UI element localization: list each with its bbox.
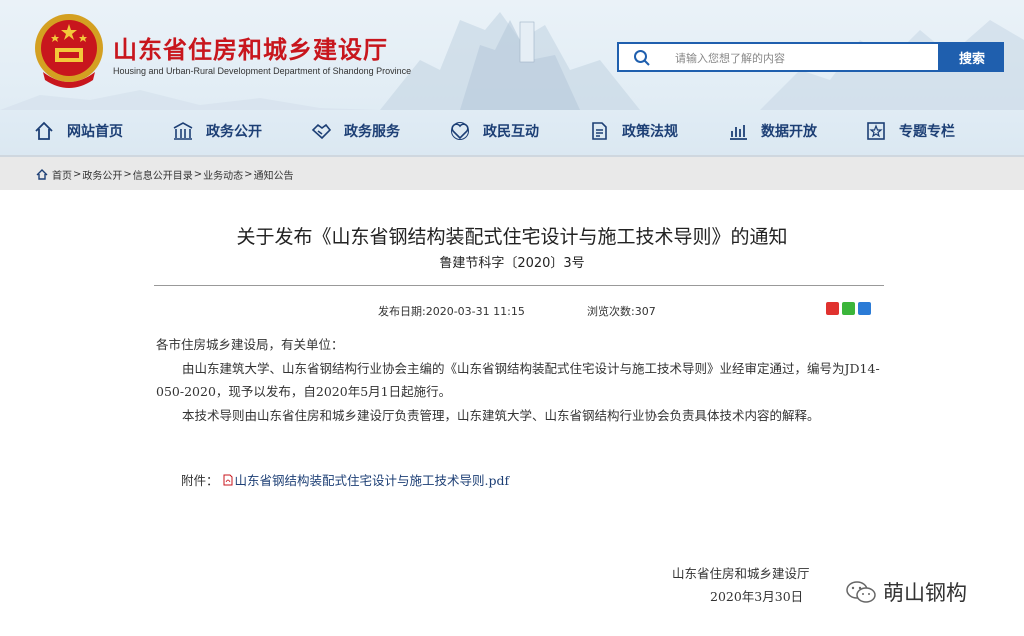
nav-label: 政务服务 <box>344 124 400 140</box>
nav-item-services[interactable]: 政务服务 <box>310 112 400 150</box>
breadcrumb: 首页 > 政务公开 > 信息公开目录 > 业务动态 > 通知公告 <box>36 167 294 182</box>
paragraph: 本技术导则由山东省住房和城乡建设厅负责管理，山东建筑大学、山东省钢结构行业协会负… <box>182 407 820 423</box>
building-icon <box>173 122 193 140</box>
breadcrumb-link[interactable]: 业务动态 <box>203 167 243 182</box>
bar-chart-icon <box>730 125 747 140</box>
nav-label: 政策法规 <box>622 124 678 140</box>
share-buttons <box>826 302 871 315</box>
article-title: 关于发布《山东省钢结构装配式住宅设计与施工技术导则》的通知 <box>236 226 788 248</box>
site-subtitle: Housing and Urban-Rural Development Depa… <box>113 66 412 76</box>
article-body: 各市住房城乡建设局，有关单位： 由山东建筑大学、山东省钢结构行业协会主编的《山东… <box>156 333 882 427</box>
nav-label: 专题专栏 <box>899 124 955 140</box>
nav-item-home[interactable]: 网站首页 <box>33 112 123 150</box>
site-title: 山东省住房和城乡建设厅 <box>113 36 388 64</box>
search-box <box>617 42 940 72</box>
nav-label: 政民互动 <box>483 124 539 140</box>
title-divider <box>154 285 884 286</box>
breadcrumb-link[interactable]: 首页 <box>52 167 72 182</box>
breadcrumb-bar: 首页 > 政务公开 > 信息公开目录 > 业务动态 > 通知公告 <box>0 155 1024 190</box>
wechat-icon <box>846 581 876 603</box>
nav-label: 政务公开 <box>206 124 262 140</box>
site-header: 山东省住房和城乡建设厅 Housing and Urban-Rural Deve… <box>0 0 1024 155</box>
handshake-icon <box>311 123 332 140</box>
salutation: 各市住房城乡建设局，有关单位： <box>156 337 344 352</box>
attachment-link[interactable]: 山东省钢结构装配式住宅设计与施工技术导则.pdf <box>235 470 510 489</box>
attachment: 附件： 山东省钢结构装配式住宅设计与施工技术导则.pdf <box>181 470 509 489</box>
search-button[interactable]: 搜索 <box>940 42 1004 72</box>
main-nav: 网站首页 政务公开 政务服务 政民互动 政策法规 数据开放 专题专栏 <box>0 112 1024 152</box>
view-count: 浏览次数:307 <box>587 305 656 318</box>
home-icon <box>35 121 53 140</box>
home-icon <box>36 169 48 180</box>
nav-item-interaction[interactable]: 政民互动 <box>449 112 539 150</box>
document-icon <box>592 122 607 140</box>
search-input[interactable] <box>673 48 927 68</box>
weibo-share-icon[interactable] <box>826 302 839 315</box>
attachment-label: 附件： <box>181 473 219 488</box>
star-icon <box>867 122 885 140</box>
nav-item-special-topics[interactable]: 专题专栏 <box>865 112 955 150</box>
nav-item-open-affairs[interactable]: 政务公开 <box>172 112 262 150</box>
breadcrumb-link[interactable]: 政务公开 <box>82 167 122 182</box>
watermark: 萌山钢构 <box>845 577 967 607</box>
more-share-icon[interactable] <box>858 302 871 315</box>
national-emblem-logo <box>35 14 103 88</box>
watermark-text: 萌山钢构 <box>883 581 967 605</box>
search-icon <box>634 50 650 66</box>
paragraph: 由山东建筑大学、山东省钢结构行业协会主编的《山东省钢结构装配式住宅设计与施工技术… <box>156 360 880 400</box>
breadcrumb-link[interactable]: 信息公开目录 <box>133 167 193 182</box>
nav-item-open-data[interactable]: 数据开放 <box>727 112 817 150</box>
pdf-icon <box>223 474 233 485</box>
wechat-share-icon[interactable] <box>842 302 855 315</box>
nav-label: 数据开放 <box>761 124 817 140</box>
nav-item-policies[interactable]: 政策法规 <box>588 112 678 150</box>
signature-date: 2020年3月30日 <box>710 589 804 604</box>
document-number: 鲁建节科字〔2020〕3号 <box>439 256 585 271</box>
signature-organization: 山东省住房和城乡建设厅 <box>672 566 810 581</box>
heart-icon <box>451 122 469 140</box>
nav-label: 网站首页 <box>67 124 123 140</box>
publish-date: 发布日期:2020-03-31 11:15 <box>378 305 525 318</box>
breadcrumb-link[interactable]: 通知公告 <box>254 167 294 182</box>
